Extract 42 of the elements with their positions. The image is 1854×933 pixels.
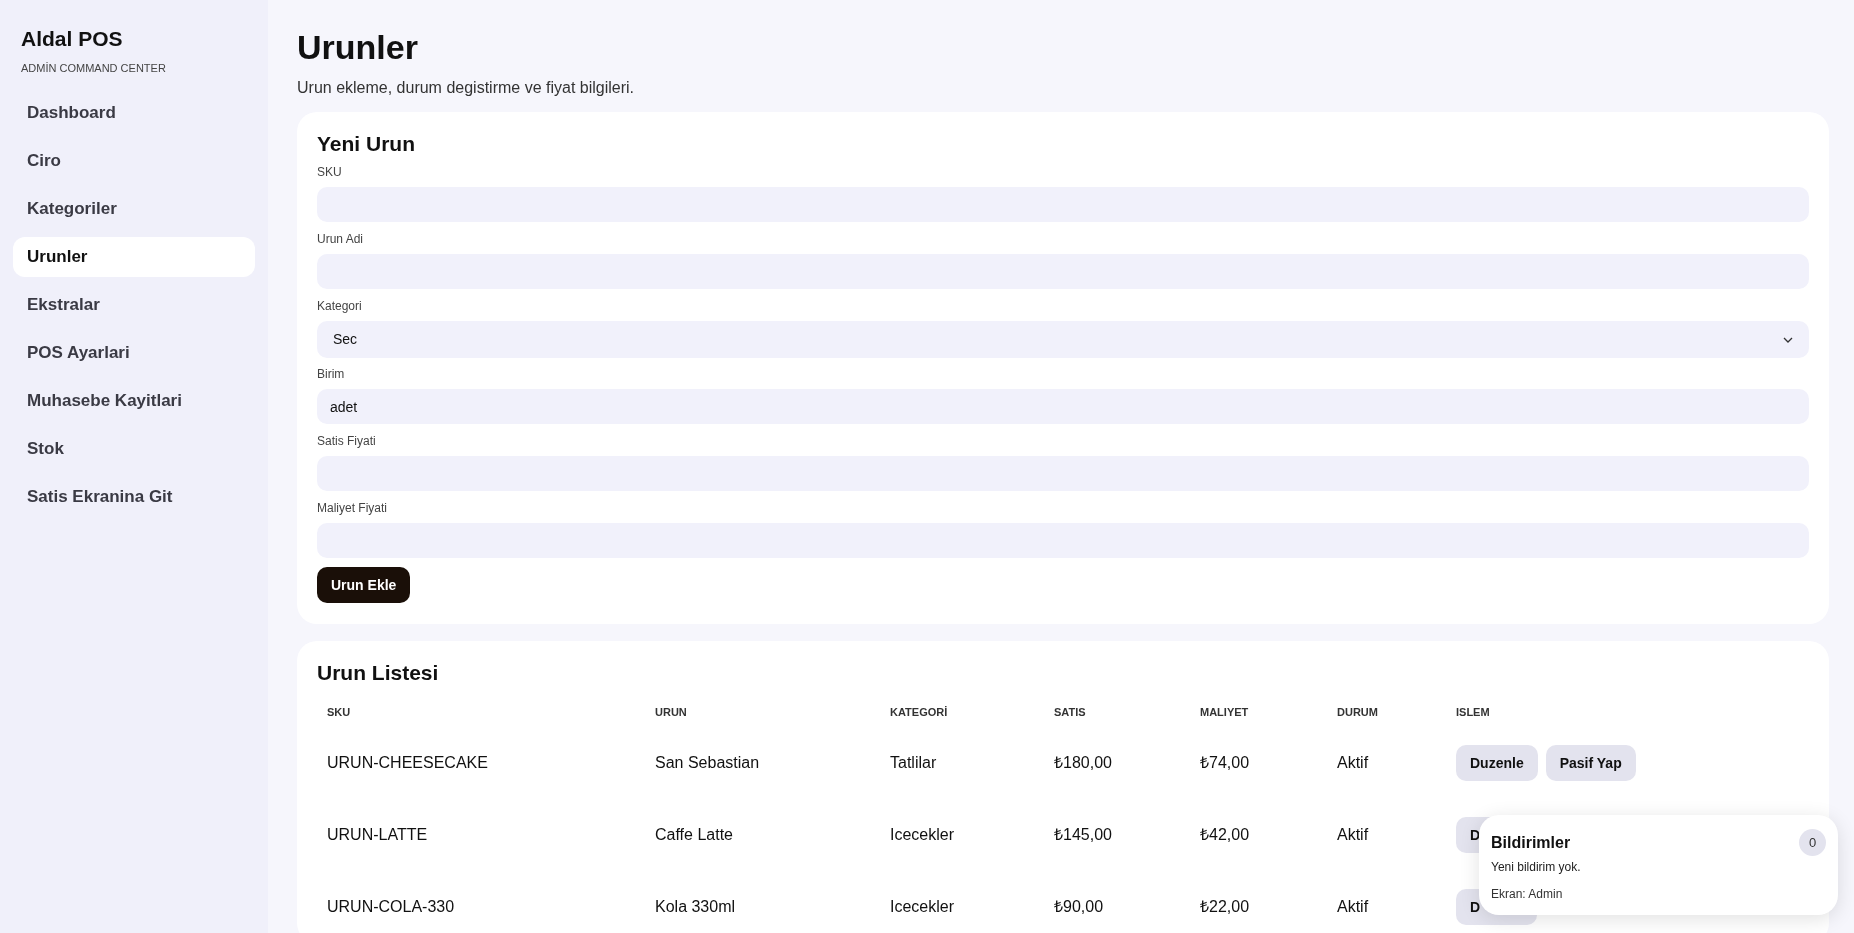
table-cell-text: ₺22,00 (1200, 897, 1251, 917)
table-cell-text: Caffe Latte (655, 825, 734, 845)
count-badge: 0 (1799, 829, 1826, 856)
table-cell-text: ₺180,00 (1054, 753, 1113, 773)
table-cell-text: URUN-LATTE (327, 825, 429, 845)
table-cell-text: Icecekler (890, 825, 956, 845)
column-header: URUN (655, 704, 688, 720)
table-cell-text: Aktif (1337, 825, 1370, 845)
form-title: Yeni Urun (317, 132, 417, 156)
brand-title: Aldal POS (20, 26, 124, 52)
page-subtitle: Urun ekleme, durum degistirme ve fiyat bilgileri. (297, 78, 635, 98)
table-cell-text: ₺145,00 (1054, 825, 1113, 845)
table-cell-text: ₺90,00 (1054, 897, 1105, 917)
field-label: Kategori (317, 298, 363, 314)
table-cell-text: Icecekler (890, 897, 956, 917)
table-cell-text: Kola 330ml (655, 897, 737, 917)
brand-subtitle: ADMİN COMMAND CENTER (20, 61, 167, 76)
column-header: ISLEM (1456, 704, 1491, 720)
table-cell-text: ₺74,00 (1200, 753, 1251, 773)
field-label: SKU (317, 164, 343, 180)
column-header: SKU (327, 704, 352, 720)
field-label: Satis Fiyati (317, 433, 377, 449)
column-header: DURUM (1337, 704, 1379, 720)
notification-footer: Ekran: Admin (1491, 885, 1826, 903)
table-cell-text: Tatlilar (890, 753, 938, 773)
table-cell-text: Aktif (1337, 897, 1370, 917)
column-header: SATIS (1054, 704, 1087, 720)
select-value: Sec (333, 330, 358, 349)
field-label: Birim (317, 366, 346, 382)
column-header: KATEGORİ (890, 704, 949, 720)
table-cell-text: Aktif (1337, 753, 1370, 773)
field-label: Maliyet Fiyati (317, 500, 388, 516)
table-cell-text: URUN-CHEESECAKE (327, 753, 489, 773)
table-cell-text: URUN-COLA-330 (327, 897, 456, 917)
table-cell-text: ₺42,00 (1200, 825, 1251, 845)
column-header: MALIYET (1200, 704, 1250, 720)
table-title: Urun Listesi (317, 661, 440, 685)
page-title: Urunler (297, 28, 419, 66)
notification-title: Bildirimler (1491, 833, 1571, 853)
table-cell-text: San Sebastian (655, 753, 761, 773)
notification-message: Yeni bildirim yok. (1491, 859, 1582, 876)
field-label: Urun Adi (317, 231, 365, 247)
